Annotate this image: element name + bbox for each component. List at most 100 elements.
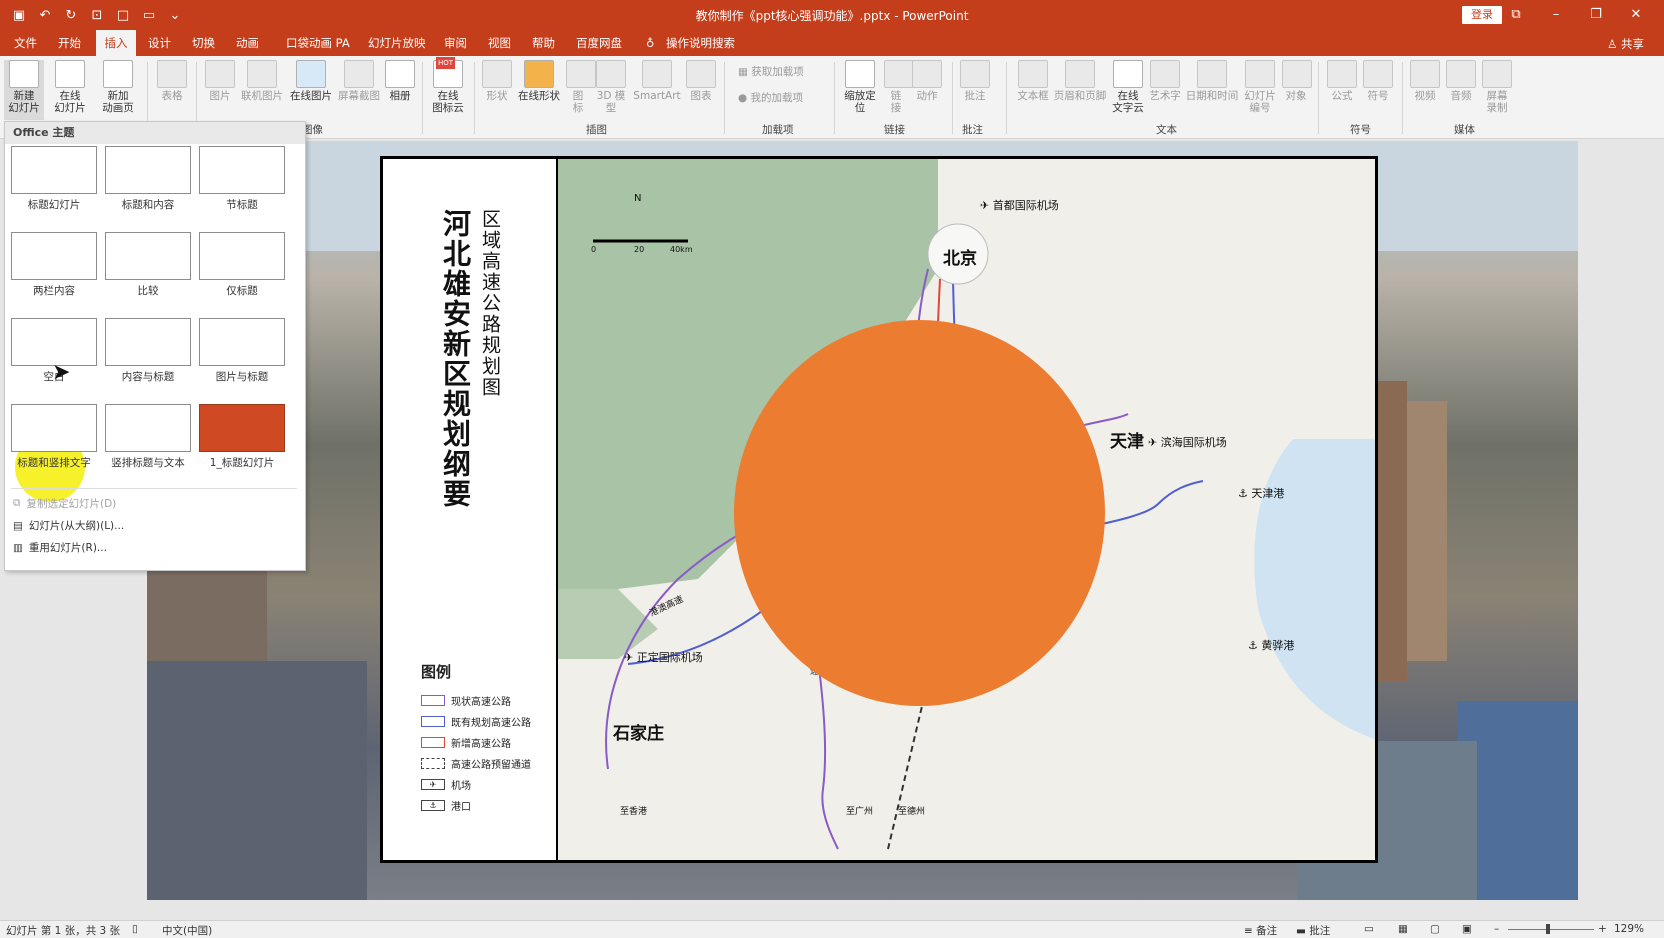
screenshot-label: 屏幕截图 <box>338 90 380 102</box>
layout-custom-title-slide[interactable]: 1_标题幻灯片 <box>199 404 285 470</box>
slide-sorter-icon[interactable]: ▦ <box>1398 923 1408 935</box>
online-picture-button[interactable]: 联机图片 <box>238 60 286 102</box>
layout-title-vertical-text[interactable]: 标题和竖排文字 <box>11 404 97 470</box>
minimize-icon[interactable]: – <box>1536 5 1576 25</box>
notes-button[interactable]: ≡ 备注 <box>1244 923 1277 938</box>
chart-button[interactable]: 图表 <box>686 60 716 102</box>
online-slide-button[interactable]: 在线 幻灯片 <box>50 60 90 114</box>
tab-slideshow[interactable]: 幻灯片放映 <box>366 30 428 56</box>
group-label-illustrations: 插图 <box>586 124 607 136</box>
3d-model-button[interactable]: 3D 模 型 <box>594 60 628 114</box>
symbol-button[interactable]: 符号 <box>1362 60 1394 102</box>
layout-caption: 1_标题幻灯片 <box>209 457 275 469</box>
language-indicator[interactable]: 中文(中国) <box>162 923 212 938</box>
audio-label: 音频 <box>1450 90 1472 102</box>
comment-label: 批注 <box>964 90 986 102</box>
layout-picture-caption[interactable]: 图片与标题 <box>199 318 285 384</box>
get-addins-button[interactable]: ▦ 获取加载项 <box>738 66 804 78</box>
zoom-in-icon[interactable]: + <box>1598 923 1607 935</box>
screen-record-icon <box>1482 60 1512 88</box>
table-label: 表格 <box>161 90 183 102</box>
tab-baidu-netdisk[interactable]: 百度网盘 <box>574 30 624 56</box>
slides-from-outline-command[interactable]: ▤ 幻灯片(从大纲)(L)... <box>13 518 124 533</box>
tab-design[interactable]: 设计 <box>146 30 173 56</box>
zoom-slider-thumb[interactable] <box>1546 924 1550 934</box>
zoom-level[interactable]: 129% <box>1614 923 1644 935</box>
header-footer-button[interactable]: 页眉和页脚 <box>1052 60 1108 102</box>
object-label: 对象 <box>1285 90 1307 102</box>
shapes-button[interactable]: 形状 <box>482 60 512 102</box>
tab-pocket-animation[interactable]: 口袋动画 PA <box>284 30 352 56</box>
link-button[interactable]: 链 接 <box>884 60 914 114</box>
wordart-icon <box>1150 60 1180 88</box>
close-icon[interactable]: ✕ <box>1616 5 1656 25</box>
share-button[interactable]: ♙ 共享 <box>1607 36 1644 52</box>
layout-vertical-title-text[interactable]: 竖排标题与文本 <box>105 404 191 470</box>
tab-review[interactable]: 审阅 <box>442 30 469 56</box>
icons-button[interactable]: 图 标 <box>566 60 596 114</box>
date-time-button[interactable]: 日期和时间 <box>1184 60 1240 102</box>
screen-record-button[interactable]: 屏幕 录制 <box>1482 60 1512 114</box>
equation-button[interactable]: 公式 <box>1326 60 1358 102</box>
tab-transitions[interactable]: 切换 <box>190 30 217 56</box>
slide-number-button[interactable]: 幻灯片 编号 <box>1242 60 1278 114</box>
layout-two-content[interactable]: 两栏内容 <box>11 232 97 298</box>
scale-label-0: 0 <box>591 245 597 254</box>
normal-view-icon[interactable]: ▭ <box>1364 923 1374 935</box>
zoom-slider[interactable] <box>1508 929 1594 930</box>
star-icon <box>912 60 942 88</box>
tab-animations[interactable]: 动画 <box>234 30 261 56</box>
wordart-button[interactable]: 艺术字 <box>1148 60 1182 102</box>
picture-button[interactable]: 图片 <box>204 60 236 102</box>
mouse-cursor-icon: ➤ <box>52 360 71 385</box>
my-addins-button[interactable]: ● 我的加载项 <box>738 92 803 104</box>
zoom-button[interactable]: 缩放定 位 <box>840 60 880 114</box>
new-slide-button[interactable]: 新建 幻灯片 <box>4 60 44 120</box>
reading-view-icon[interactable]: ▢ <box>1430 923 1440 935</box>
slideshow-view-icon[interactable]: ▣ <box>1462 923 1472 935</box>
layout-caption: 比较 <box>137 285 159 297</box>
video-button[interactable]: 视频 <box>1410 60 1440 102</box>
comments-button[interactable]: ▬ 批注 <box>1296 923 1330 938</box>
tab-help[interactable]: 帮助 <box>530 30 557 56</box>
ribbon-display-icon[interactable]: ⧉ <box>1496 5 1536 25</box>
online-image-button[interactable]: 在线图片 <box>288 60 334 102</box>
orange-circle-shape[interactable] <box>734 320 1105 706</box>
table-button[interactable]: 表格 <box>154 60 190 102</box>
comment-button[interactable]: 批注 <box>960 60 990 102</box>
object-button[interactable]: 对象 <box>1282 60 1312 102</box>
online-shapes-button[interactable]: 在线形状 <box>516 60 562 102</box>
restore-icon[interactable]: ❐ <box>1576 5 1616 25</box>
audio-button[interactable]: 音频 <box>1446 60 1476 102</box>
smartart-button[interactable]: SmartArt <box>632 60 682 102</box>
command-label: 幻灯片(从大纲)(L)... <box>28 520 125 532</box>
map-main-title: 河北雄安新区规划纲要 <box>439 209 472 509</box>
tell-me-search[interactable]: 操作说明搜索 <box>664 30 737 56</box>
tab-view[interactable]: 视图 <box>486 30 513 56</box>
tab-home[interactable]: 开始 <box>56 30 83 56</box>
layout-comparison[interactable]: 比较 <box>105 232 191 298</box>
layout-title-only[interactable]: 仅标题 <box>199 232 285 298</box>
duplicate-slide-command[interactable]: ⧉ 复制选定幻灯片(D) <box>13 496 116 511</box>
layout-title-slide[interactable]: 标题幻灯片 <box>11 146 97 212</box>
layout-title-content[interactable]: 标题和内容 <box>105 146 191 212</box>
legend-item: 高速公路预留通道 <box>421 756 531 771</box>
reuse-slides-command[interactable]: ▥ 重用幻灯片(R)... <box>13 540 107 555</box>
smartart-label: SmartArt <box>633 90 681 102</box>
layout-caption: 节标题 <box>226 199 258 211</box>
new-animation-page-button[interactable]: 新加 动画页 <box>96 60 140 114</box>
online-icons-button[interactable]: HOT 在线 图标云 <box>428 57 468 114</box>
online-wordcloud-button[interactable]: 在线 文字云 <box>1110 60 1146 114</box>
layout-section-header[interactable]: 节标题 <box>199 146 285 212</box>
spellcheck-icon[interactable]: ▯ <box>132 923 138 935</box>
tab-file[interactable]: 文件 <box>12 30 39 56</box>
album-button[interactable]: 相册 <box>384 60 416 102</box>
layout-thumbnail <box>199 232 285 280</box>
textbox-button[interactable]: 文本框 <box>1016 60 1050 102</box>
screenshot-button[interactable]: 屏幕截图 <box>336 60 382 102</box>
layout-content-caption[interactable]: 内容与标题 <box>105 318 191 384</box>
zoom-out-icon[interactable]: – <box>1494 923 1499 935</box>
online-image-label: 在线图片 <box>290 90 332 102</box>
tab-insert[interactable]: 插入 <box>96 30 136 56</box>
action-button[interactable]: 动作 <box>912 60 942 102</box>
